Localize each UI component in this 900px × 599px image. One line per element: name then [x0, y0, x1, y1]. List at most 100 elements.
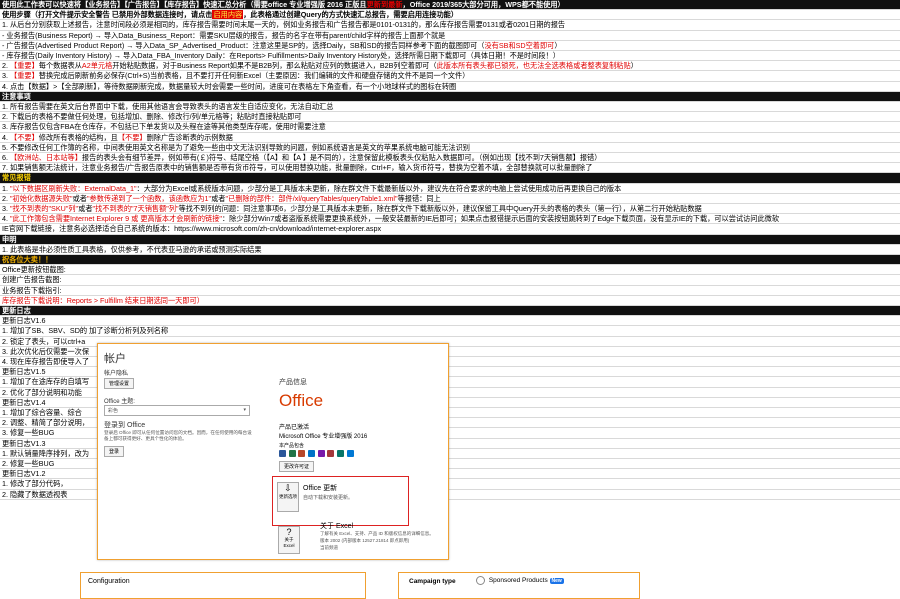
update-title: Office 更新 [303, 485, 338, 492]
theme-select[interactable]: 彩色 ▾ [104, 405, 250, 416]
sheet-row[interactable]: 1. 增加了SB、SBV、SD的 加了诊断分析列及列名称 [0, 326, 900, 337]
sheet-row[interactable]: 常见报错 [0, 173, 900, 184]
sheet-row[interactable]: 2. 【重要】每个数据表从A2单元格开始粘贴数据，对于Business Repo… [0, 61, 900, 72]
cell-text: 业务报告下载指引: [2, 285, 62, 295]
account-title: 帐户 [104, 353, 126, 365]
manage-settings-button[interactable]: 管理设置 [104, 378, 135, 389]
theme-label: Office 主题: [104, 399, 135, 405]
sheet-row[interactable]: 6. 【欧洲站、日本站等】报告的表头会有细节差异，例如带有(￡)符号、结尾空格（… [0, 153, 900, 164]
activated-label: 产品已激活 [279, 425, 310, 431]
cell-text: 删除广告诊断表的示例数据 [146, 132, 233, 142]
about-version: 版本 2002 (内部版本 12527.21814 即点即用) [320, 538, 410, 543]
sheet-row[interactable]: IE官网下载链接，注意务必选择适合自己系统的版本：https://www.mic… [0, 224, 900, 235]
sheet-row[interactable]: 使用步骤（打开文件提示安全警告 已禁用外部数据连接时，请点击启用内容，此表格通过… [0, 10, 900, 21]
sheet-row[interactable]: 祝各位大卖！！ [0, 255, 900, 266]
cell-text: 2. 修复一些BUG [2, 459, 55, 468]
office-logo-text: Office [279, 391, 324, 410]
sheet-row[interactable]: 注意事项 [0, 91, 900, 102]
sheet-row[interactable]: 1. 此表格是非必须性质工具表格，仅供参考，不代表亚马逊的承诺或预测实际结果 [0, 245, 900, 255]
cell-text: 或者 [211, 193, 226, 203]
cell-text: IE官网下载链接，注意务必选择适合自己系统的版本：https://www.mic… [2, 224, 382, 234]
about-excel-button[interactable]: ? 关于 Excel [278, 526, 300, 554]
campaign-type-screenshot: Campaign type Sponsored Products New [398, 572, 640, 599]
sheet-row[interactable]: 业务报告下载指引: [0, 286, 900, 296]
cell-text: 使用步骤（打开文件提示安全警告 已禁用外部数据连接时，请点击 [2, 10, 213, 20]
radio-icon[interactable] [476, 576, 485, 585]
cell-text: 2. [2, 61, 10, 71]
about-title: 关于 Excel [320, 523, 354, 530]
cell-text: 更新日志V1.2 [2, 469, 46, 479]
sheet-row[interactable]: 申明 [0, 234, 900, 245]
sheet-row[interactable]: 更新日志 [0, 306, 900, 317]
cell-text: 报告的表头会有细节差异，例如带有(￡)符号、结尾空格（【A】和【A 】是不同的）… [81, 153, 602, 162]
cell-text: 【欧洲站、日本站等】 [10, 153, 82, 162]
account-dialog-screenshot: 帐户 帐户隐私 管理设置 Office 主题: 彩色 ▾ 登录到 Office … [97, 343, 449, 560]
cell-text: ，此表格通过创建Query的方式快速汇总报告，需要启用连接功能） [243, 10, 459, 20]
sheet-row[interactable]: 1. "以下数据区刷新失败：ExternalData_1"：大部分为Excel或… [0, 184, 900, 194]
cell-text: 【不要】 [10, 132, 39, 142]
publisher-icon [337, 450, 345, 457]
sheet-row[interactable]: 3. "找不到表的"SKU"列"或者"找不到表的"7天销售额"列"等找不到列的问… [0, 204, 900, 215]
cell-text: 此版本所有表头都已锁死，也无法全选表格或者整表复制粘贴 [436, 61, 631, 71]
cell-text: "初始化数据源失败" [10, 193, 73, 203]
cell-text: 开始粘贴数据，对于Business Report如果不是B2B列，那么粘贴对应列… [112, 61, 437, 71]
sheet-row[interactable]: 库存报告下载说明：Reports > Fulfillm 结束日期选同一天即可） [0, 296, 900, 306]
sheet-row[interactable]: 3. 【重要】替换完成后刷新前务必保存(Ctrl+S)当前表格，且不要打开任何新… [0, 71, 900, 82]
cell-text: 更新日志V1.5 [2, 367, 46, 377]
access-icon [327, 450, 335, 457]
powerpoint-icon [298, 450, 306, 457]
configuration-screenshot: Configuration [80, 572, 366, 599]
onenote-icon [317, 450, 325, 457]
sheet-row[interactable]: 3. 库存报告仅包含FBA在仓库存，不包括已下单发货以及头程在途等其他类型库存呢… [0, 122, 900, 133]
signin-description: 登录后 Office 即可从任何位置访问您的文档。因而，在任何使用的每台设备上都… [104, 430, 252, 441]
sheet-row[interactable]: 创建广告报告截图: [0, 275, 900, 286]
sheet-row[interactable]: - 业务报告(Business Report) → 导入Data_Busines… [0, 31, 900, 41]
sheet-row[interactable]: 4. 【不要】修改所有表格的结构，且【不要】删除广告诊断表的示例数据 [0, 133, 900, 143]
sheet-row[interactable]: 2. "初始化数据源失败"或者"参数传递到了一个函数，该函数应为1"或者"已删除… [0, 194, 900, 204]
new-badge: New [549, 578, 564, 585]
sheet-row[interactable]: 1. 所有报告需要在英文后台界面中下载，使用其他语言会导致表头的语言发生自适应变… [0, 102, 900, 113]
sheet-row[interactable]: Office更新按钮截图: [0, 265, 900, 276]
sheet-row[interactable]: 7. 如果销售额无法统计，注意业务报告/广告报告原表中的销售额是否带有货币符号，… [0, 163, 900, 174]
sheet-row[interactable]: 4. 点击【数据】>【全部刷新】，等待数据刷新完成，数据量较大时会需要一些时间，… [0, 82, 900, 92]
campaign-type-label: Campaign type [409, 578, 456, 585]
sheet-row[interactable]: 1. 从后台分别获取上述报告，注意时间段必须是相同的，库存报告需要时间末尾一天的… [0, 20, 900, 31]
sheet-row[interactable]: - 广告报告(Advertised Product Report) → 导入Da… [0, 41, 900, 51]
cell-text: ） [630, 61, 638, 71]
cell-text: 替换完成后刷新前务必保存(Ctrl+S)当前表格，且不要打开任何新Excel（主… [38, 71, 470, 81]
word-icon [279, 450, 286, 457]
cell-text: 7. 如果销售额无法统计，注意业务报告/广告报告原表中的销售额是否带有货币符号，… [2, 163, 593, 173]
cell-text: 结束日期选同一天即可） [124, 295, 204, 305]
sheet-row[interactable]: 更新日志V1.6 [0, 316, 900, 327]
cell-text: - 广告报告(Advertised Product Report) → 导入Da… [2, 40, 485, 50]
cell-text: ：除少部分Win7或者盗版系统需要更换系统外，一般安装最新的IE后即可；如果点击… [221, 214, 780, 224]
cell-text: 2. 隐藏了数据透视表 [2, 489, 68, 499]
cell-text: 2. [2, 193, 10, 203]
skype-icon [346, 450, 354, 457]
cell-text: 更新日志V1.4 [2, 397, 46, 407]
sponsored-products-option[interactable]: Sponsored Products New [476, 576, 564, 585]
about-excel-label: 关于 Excel [283, 537, 295, 548]
cell-text: 【重要】 [10, 61, 39, 71]
cell-text: 更新到最新 [366, 0, 403, 9]
cell-text: 【重要】 [10, 71, 39, 81]
sheet-row[interactable]: 4. "此工作簿包含需要Internet Explorer 9 或 更高版本才会… [0, 214, 900, 225]
cell-text: 1. 此表格是非必须性质工具表格，仅供参考，不代表亚马逊的承诺或预测实际结果 [2, 244, 262, 254]
change-license-button[interactable]: 更改许可证 [279, 461, 315, 472]
theme-value: 彩色 [108, 408, 119, 414]
cell-text: ：大部分为Excel或系统版本问题，少部分是工具版本未更新，除在群文件下载最新版… [136, 183, 622, 193]
cell-text: "参数传递到了一个函数，该函数应为1" [87, 193, 212, 203]
sheet-row[interactable]: - 库存报告(Daily Inventory History) → 导入Data… [0, 51, 900, 62]
cell-text: 启用内容 [212, 10, 244, 20]
update-options-button[interactable]: ⇩ 更新选项 [277, 482, 299, 512]
sheet-row[interactable]: 使用此工作表可以快速将【业务报告】【广告报告】【库存报告】快速汇总分析（需要of… [0, 0, 900, 11]
cell-text: ） [554, 40, 562, 50]
sheet-row[interactable]: 2. 下载后的表格不要做任何处理，包括增加、删除、修改行/列/单元格等；粘贴时直… [0, 112, 900, 123]
cell-text: 加了诊断分析列及列名称 [89, 326, 169, 336]
cell-text: "找不到表的"7天销售额"列" [92, 204, 179, 213]
product-name: Microsoft Office 专业增强版 2016 [279, 434, 368, 440]
sheet-row[interactable]: 5. 不要修改任何工作簿的名称，中间表使用英文名称是为了避免一些由中文无法识别导… [0, 143, 900, 153]
signin-button[interactable]: 登录 [104, 446, 125, 457]
cell-text: 1. 增加了综合容量、综合 [2, 408, 82, 417]
update-options-label: 更新选项 [279, 494, 297, 499]
